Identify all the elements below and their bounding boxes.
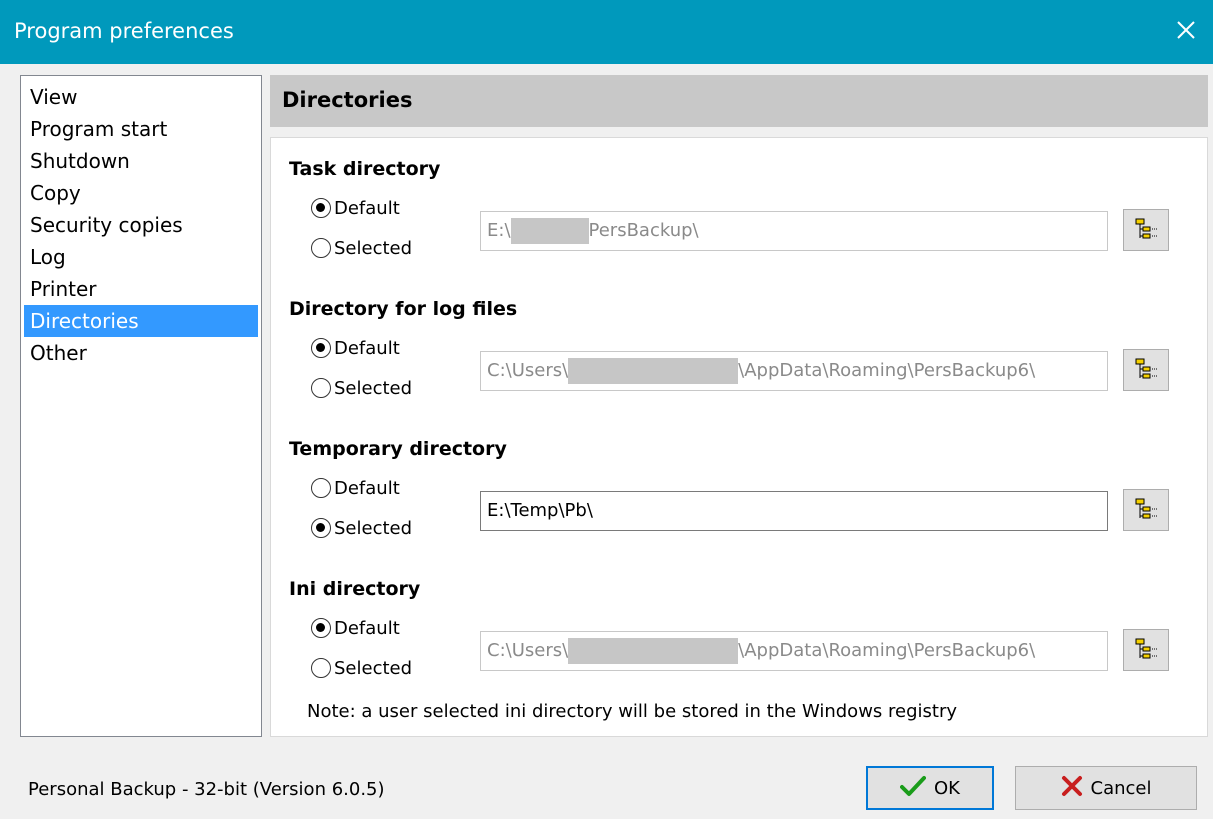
section-header: Directories [270,75,1208,127]
ok-button[interactable]: OK [866,766,994,810]
log-selected-radio[interactable]: Selected [311,375,412,401]
nav-item-printer[interactable]: Printer [24,273,258,305]
task-directory-title: Task directory [289,158,441,180]
cancel-label: Cancel [1090,777,1152,799]
task-default-radio[interactable]: Default [311,195,400,221]
path-suffix: \AppData\Roaming\PersBackup6\ [738,360,1036,381]
window-title: Program preferences [14,19,234,43]
folder-tree-icon [1135,498,1158,519]
task-selected-radio[interactable]: Selected [311,235,412,261]
ini-default-radio[interactable]: Default [311,615,400,641]
category-list[interactable]: View Program start Shutdown Copy Securit… [20,75,262,737]
cancel-button[interactable]: Cancel [1015,766,1197,810]
nav-item-copy[interactable]: Copy [24,177,258,209]
log-default-radio[interactable]: Default [311,335,400,361]
redacted-block [568,358,739,384]
nav-item-shutdown[interactable]: Shutdown [24,145,258,177]
radio-unchecked [311,238,331,258]
temp-browse-button[interactable] [1123,489,1169,531]
radio-label: Default [334,477,400,499]
path-prefix: C:\Users\ [487,360,569,381]
radio-checked [311,618,331,638]
radio-label: Selected [334,657,413,679]
nav-item-view[interactable]: View [24,81,258,113]
section-title: Directories [282,88,413,112]
nav-item-other[interactable]: Other [24,337,258,369]
radio-label: Selected [334,237,413,259]
path-prefix: E:\ [487,220,511,241]
close-icon[interactable] [1169,13,1203,47]
version-status: Personal Backup - 32-bit (Version 6.0.5) [28,779,385,800]
folder-tree-icon [1135,358,1158,379]
ok-label: OK [934,777,960,799]
log-browse-button[interactable] [1123,349,1169,391]
folder-tree-icon [1135,218,1158,239]
radio-label: Selected [334,517,413,539]
folder-tree-icon [1135,638,1158,659]
ini-directory-title: Ini directory [289,578,421,600]
log-directory-title: Directory for log files [289,298,518,320]
radio-label: Default [334,337,400,359]
radio-label: Selected [334,377,413,399]
nav-item-directories[interactable]: Directories [24,305,258,337]
ini-browse-button[interactable] [1123,629,1169,671]
radio-checked [311,518,331,538]
title-bar: Program preferences [0,0,1213,64]
ini-directory-field[interactable]: C:\Users\ \AppData\Roaming\PersBackup6\ [480,631,1108,671]
temp-directory-title: Temporary directory [289,438,507,460]
nav-item-log[interactable]: Log [24,241,258,273]
x-icon [1061,775,1083,802]
radio-checked [311,198,331,218]
redacted-block [568,638,739,664]
temp-default-radio[interactable]: Default [311,475,400,501]
redacted-block [510,218,589,244]
radio-unchecked [311,658,331,678]
radio-unchecked [311,478,331,498]
task-directory-field[interactable]: E:\ PersBackup\ [480,211,1108,251]
log-directory-field[interactable]: C:\Users\ \AppData\Roaming\PersBackup6\ [480,351,1108,391]
nav-item-security-copies[interactable]: Security copies [24,209,258,241]
radio-checked [311,338,331,358]
path-suffix: \AppData\Roaming\PersBackup6\ [738,640,1036,661]
registry-note: Note: a user selected ini directory will… [307,701,958,722]
nav-item-program-start[interactable]: Program start [24,113,258,145]
radio-unchecked [311,378,331,398]
directories-panel: Task directory Default Selected E:\ PersB… [270,137,1208,737]
temp-directory-field[interactable]: E:\Temp\Pb\ [480,491,1108,531]
temp-selected-radio[interactable]: Selected [311,515,412,541]
path-suffix: PersBackup\ [588,220,699,241]
task-browse-button[interactable] [1123,209,1169,251]
ini-selected-radio[interactable]: Selected [311,655,412,681]
path-prefix: C:\Users\ [487,640,569,661]
checkmark-icon [900,775,926,802]
radio-label: Default [334,617,400,639]
radio-label: Default [334,197,400,219]
